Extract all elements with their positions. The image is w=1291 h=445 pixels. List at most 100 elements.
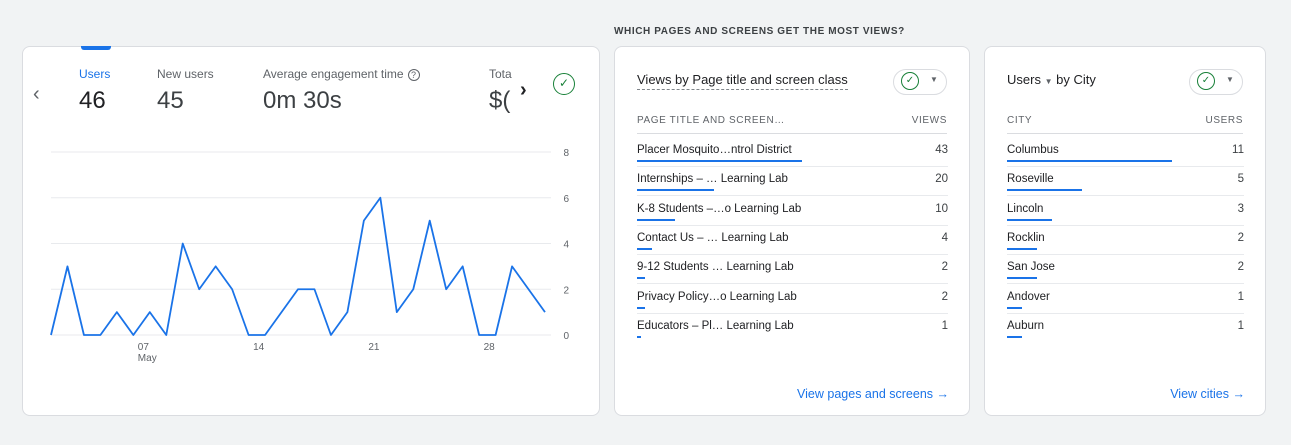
row-label[interactable]: San Jose: [1007, 261, 1055, 273]
row-value: 20: [935, 173, 948, 186]
row-label[interactable]: Columbus: [1007, 144, 1059, 156]
row-value: 5: [1237, 173, 1244, 186]
table-header-divider: [637, 133, 947, 134]
row-proportion-bar: [637, 247, 653, 250]
column-header-views[interactable]: VIEWS: [912, 115, 947, 126]
users-by-city-card: Users ▼ by City ✓ ▼ CITY USERS Columbus 1…: [984, 46, 1266, 416]
metric-tab-new-users[interactable]: New users 45: [157, 67, 214, 115]
table-row[interactable]: 9-12 Students … Learning Lab 2: [637, 255, 948, 285]
view-pages-link[interactable]: View pages and screens →: [797, 387, 949, 401]
x-tick-label: 28: [484, 342, 496, 353]
metric-selector[interactable]: Users: [1007, 72, 1041, 87]
row-value: 4: [941, 231, 948, 244]
y-tick-label: 4: [563, 240, 569, 251]
row-proportion-bar: [1007, 306, 1022, 309]
row-proportion-bar: [1007, 247, 1037, 250]
y-tick-label: 8: [563, 148, 569, 159]
row-proportion-bar: [1007, 189, 1082, 192]
row-label[interactable]: Placer Mosquito…ntrol District: [637, 144, 792, 156]
row-value: 1: [1237, 290, 1244, 303]
row-label[interactable]: Andover: [1007, 291, 1050, 303]
row-proportion-bar: [637, 160, 802, 162]
table-row[interactable]: Auburn 1: [1007, 314, 1244, 343]
row-proportion-bar: [637, 335, 641, 338]
row-label[interactable]: Roseville: [1007, 173, 1054, 185]
metric-tab-users[interactable]: Users 46: [79, 67, 110, 115]
check-circle-icon: ✓: [1197, 72, 1215, 90]
metric-value: 46: [79, 87, 106, 114]
previous-arrow-icon[interactable]: ‹: [33, 83, 40, 106]
chevron-down-icon[interactable]: ▼: [1045, 77, 1053, 86]
chevron-down-icon: ▼: [1226, 75, 1234, 84]
row-value: 2: [1237, 231, 1244, 244]
y-tick-label: 2: [563, 285, 569, 296]
table-row[interactable]: Contact Us – … Learning Lab 4: [637, 226, 948, 255]
check-circle-icon[interactable]: ✓: [553, 73, 575, 95]
metric-label: Tota: [489, 67, 512, 81]
metric-value: 0m 30s: [263, 87, 342, 114]
table-row[interactable]: Educators – Pl… Learning Lab 1: [637, 314, 948, 343]
row-proportion-bar: [637, 189, 714, 192]
row-proportion-bar: [637, 306, 645, 309]
table-row[interactable]: Internships – … Learning Lab 20: [637, 167, 948, 197]
row-value: 2: [941, 261, 948, 274]
link-label: View cities: [1170, 387, 1230, 401]
section-heading: WHICH PAGES AND SCREENS GET THE MOST VIE…: [614, 26, 905, 37]
row-label[interactable]: Educators – Pl… Learning Lab: [637, 320, 794, 332]
table-row[interactable]: Placer Mosquito…ntrol District 43: [637, 138, 948, 167]
view-cities-link[interactable]: View cities →: [1170, 387, 1245, 401]
metric-tab-engagement-time[interactable]: Average engagement time? 0m 30s: [263, 67, 420, 115]
row-value: 3: [1237, 202, 1244, 215]
x-tick-label: 14: [253, 342, 265, 353]
comparison-dropdown[interactable]: ✓ ▼: [893, 69, 947, 95]
row-label[interactable]: 9-12 Students … Learning Lab: [637, 261, 794, 273]
row-value: 11: [1232, 144, 1244, 156]
card-title: Users ▼ by City: [1007, 72, 1096, 87]
metric-tab-total-revenue[interactable]: Tota $(: [489, 67, 513, 115]
table-header-divider: [1007, 133, 1243, 134]
table-row[interactable]: Roseville 5: [1007, 167, 1244, 197]
row-proportion-bar: [1007, 277, 1037, 280]
pages-views-card: Views by Page title and screen class ✓ ▼…: [614, 46, 970, 416]
column-header-users[interactable]: USERS: [1206, 115, 1243, 126]
y-tick-label: 0: [563, 331, 569, 342]
table-row[interactable]: Privacy Policy…o Learning Lab 2: [637, 285, 948, 314]
row-proportion-bar: [1007, 218, 1052, 221]
row-label[interactable]: Auburn: [1007, 320, 1044, 332]
check-circle-icon: ✓: [901, 72, 919, 90]
table-row[interactable]: K-8 Students –…o Learning Lab 10: [637, 197, 948, 226]
metric-label: New users: [157, 67, 214, 81]
row-proportion-bar: [637, 218, 676, 221]
link-label: View pages and screens: [797, 387, 934, 401]
comparison-dropdown[interactable]: ✓ ▼: [1189, 69, 1243, 95]
y-tick-label: 6: [563, 194, 569, 205]
series-line-users[interactable]: [50, 196, 546, 336]
row-label[interactable]: Lincoln: [1007, 203, 1043, 215]
dimension-label: by City: [1056, 72, 1096, 87]
x-tick-label: 21: [368, 342, 380, 353]
row-label[interactable]: Rocklin: [1007, 232, 1045, 244]
row-value: 10: [935, 202, 948, 215]
row-value: 1: [1237, 319, 1244, 332]
row-label[interactable]: Internships – … Learning Lab: [637, 173, 788, 185]
table-row[interactable]: Columbus 11: [1007, 138, 1244, 167]
next-arrow-icon[interactable]: ›: [520, 79, 527, 102]
x-tick-sublabel: May: [138, 353, 157, 364]
card-title-text[interactable]: Views by Page title and screen class: [637, 72, 848, 90]
row-value: 2: [1237, 261, 1244, 274]
row-label[interactable]: Privacy Policy…o Learning Lab: [637, 291, 797, 303]
table-row[interactable]: San Jose 2: [1007, 255, 1244, 285]
column-header-page-title[interactable]: PAGE TITLE AND SCREEN…: [637, 115, 785, 126]
row-label[interactable]: K-8 Students –…o Learning Lab: [637, 203, 801, 215]
metric-label: Users: [79, 67, 111, 81]
card-title: Views by Page title and screen class: [637, 72, 848, 90]
users-line-chart: 0 2 4 6 8 07May 14 21 28: [50, 148, 569, 364]
table-row[interactable]: Andover 1: [1007, 285, 1244, 314]
column-header-city[interactable]: CITY: [1007, 115, 1032, 126]
row-value: 2: [941, 290, 948, 303]
table-row[interactable]: Rocklin 2: [1007, 226, 1244, 255]
x-tick-label: 07: [138, 342, 150, 353]
row-label[interactable]: Contact Us – … Learning Lab: [637, 232, 789, 244]
help-icon[interactable]: ?: [407, 69, 420, 81]
table-row[interactable]: Lincoln 3: [1007, 197, 1244, 226]
